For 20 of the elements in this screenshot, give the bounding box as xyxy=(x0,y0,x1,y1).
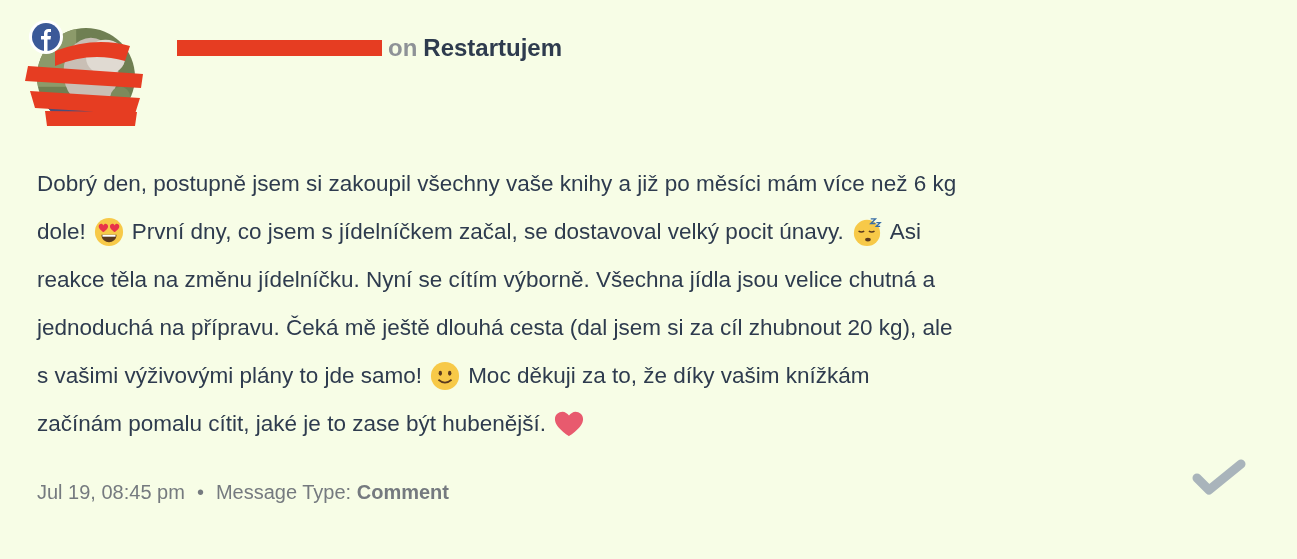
message-type: Message Type: Comment xyxy=(215,481,449,504)
message-text: s vašimi výživovými plány to jde samo! xyxy=(37,362,423,390)
sleepy-emoji-icon xyxy=(851,217,882,247)
timestamp: Jul 19, 08:45 pm xyxy=(37,481,185,504)
smile-emoji-icon xyxy=(430,361,461,391)
message-text: začínám pomalu cítit, jaké je to zase být hubenější. xyxy=(37,410,547,438)
message-text: Dobrý den, postupně jsem si zakoupil všechny vaše knihy a již po měsíci mám více než 6 kg xyxy=(37,170,957,198)
heart-icon xyxy=(554,409,585,439)
separator-dot: • xyxy=(196,481,204,504)
message-text: dole! xyxy=(37,218,86,246)
message-text: reakce těla na změnu jídelníčku. Nyní se cítím výborně. Všechna jídla jsou velice chutná a xyxy=(37,266,935,294)
message-text: Moc děkuji za to, že díky vašim knížkám xyxy=(468,362,870,390)
connector-text: on xyxy=(388,34,418,62)
message-text: Asi xyxy=(889,218,922,246)
heart-eyes-emoji-icon xyxy=(93,217,124,247)
message-text: První dny, co jsem s jídelníčkem začal, se dostavoval velký pocit únavy. xyxy=(131,218,844,246)
checkmark-icon[interactable] xyxy=(1191,458,1247,498)
message-text: jednoduchá na přípravu. Čeká mě ještě dlouhá cesta (dal jsem si za cíl zhubnout 20 kg), ale xyxy=(37,314,953,342)
facebook-icon xyxy=(29,20,63,54)
page-name: Restartujem xyxy=(423,34,563,62)
